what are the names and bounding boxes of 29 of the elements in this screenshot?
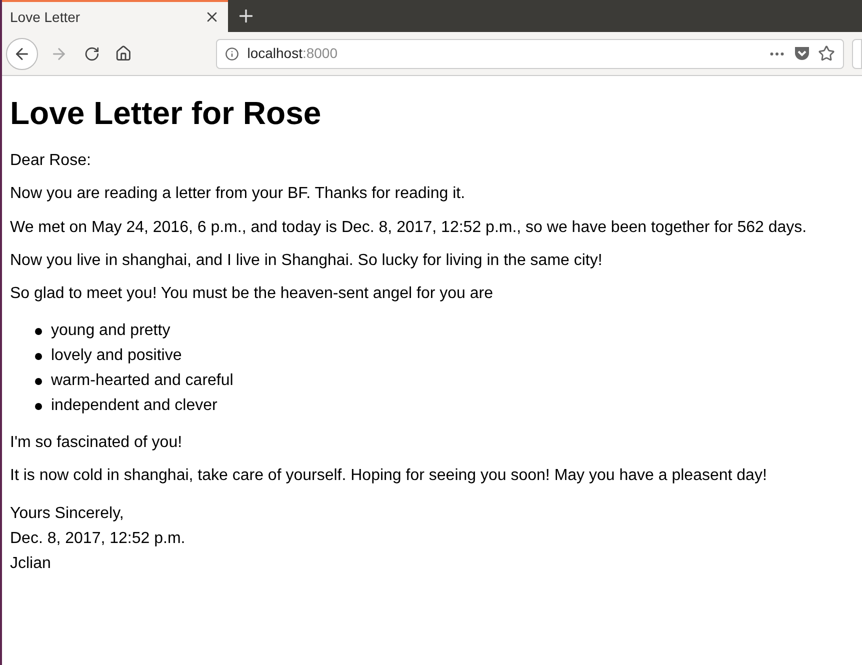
signature-line: Jclian (10, 554, 52, 574)
address-field[interactable]: localhost:8000 (216, 38, 844, 68)
browser-tab[interactable]: Love Letter (2, 0, 228, 32)
bullet-icon (35, 378, 42, 385)
pocket-icon[interactable] (794, 46, 810, 61)
url-text: localhost:8000 (247, 44, 339, 63)
letter-paragraph: I'm so fascinated of you! (10, 434, 184, 452)
letter-paragraph: Now you live in shanghai, and I live in Shanghai. So lucky for living in the same city! (10, 252, 604, 270)
signature-line: Yours Sincerely, (10, 504, 125, 524)
letter-paragraph: Now you are reading a letter from your BF. Thanks for reading it. (10, 185, 466, 204)
reload-icon[interactable] (84, 46, 100, 62)
signature-line: Dec. 8, 2017, 12:52 p.m. (10, 528, 186, 549)
star-icon[interactable] (818, 45, 836, 62)
letter-paragraph: So glad to meet you! You must be the heaven-sent angel for you are (10, 285, 494, 304)
tab-title: Love Letter (10, 8, 80, 26)
list-item: warm-hearted and careful (51, 372, 234, 390)
page-heading: Love Letter for Rose (10, 95, 322, 132)
letter-paragraph: We met on May 24, 2016, 6 p.m., and today is Dec. 8, 2017, 12:52 p.m., so we have been together for 562 days. (10, 218, 808, 237)
bullet-icon (35, 402, 42, 410)
bullet-icon (35, 328, 42, 335)
list-item: lovely and positive (51, 347, 182, 366)
home-icon[interactable] (115, 45, 132, 62)
info-icon (225, 46, 240, 60)
letter-paragraph: It is now cold in shanghai, take care of yourself. Hoping for seeing you soon! May you have a pleasent day! (10, 467, 768, 486)
letter-paragraph: Dear Rose: (10, 152, 92, 170)
bullet-icon (35, 352, 42, 360)
back-button[interactable] (6, 38, 38, 70)
list-item: young and pretty (51, 322, 170, 340)
list-item: independent and clever (51, 397, 218, 416)
